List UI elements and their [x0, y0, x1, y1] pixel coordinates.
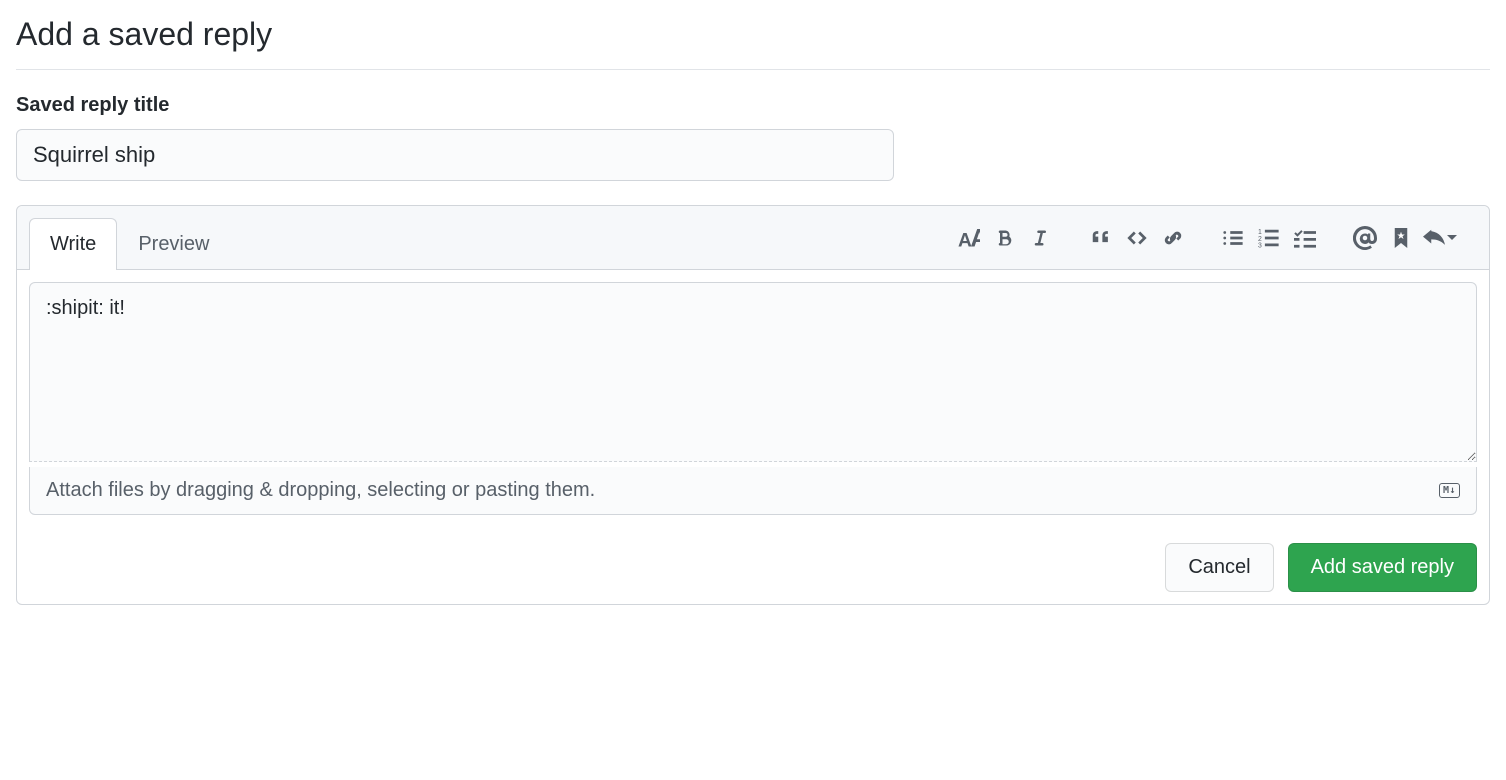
title-label: Saved reply title: [16, 94, 1490, 117]
page-title: Add a saved reply: [16, 16, 1490, 70]
code-icon[interactable]: [1123, 224, 1151, 252]
saved-reply-reference-icon[interactable]: [1387, 224, 1415, 252]
mention-icon[interactable]: [1351, 224, 1379, 252]
editor-box: Write Preview AA: [16, 205, 1490, 605]
svg-text:A: A: [970, 227, 980, 249]
task-list-icon[interactable]: [1291, 224, 1319, 252]
svg-text:3: 3: [1258, 242, 1262, 248]
tab-preview[interactable]: Preview: [117, 218, 230, 270]
link-icon[interactable]: [1159, 224, 1187, 252]
dropdown-caret-icon: [1447, 235, 1457, 240]
formatting-toolbar: AA: [943, 224, 1477, 264]
cancel-button[interactable]: Cancel: [1165, 543, 1273, 592]
add-saved-reply-button[interactable]: Add saved reply: [1288, 543, 1477, 592]
tabs-row: Write Preview AA: [17, 206, 1489, 270]
tab-write[interactable]: Write: [29, 218, 117, 270]
quote-icon[interactable]: [1087, 224, 1115, 252]
italic-icon[interactable]: [1027, 224, 1055, 252]
markdown-icon[interactable]: M↓: [1439, 483, 1460, 498]
actions-row: Cancel Add saved reply: [17, 543, 1489, 604]
reply-arrow-dropdown[interactable]: [1423, 227, 1457, 249]
title-input[interactable]: [16, 129, 894, 181]
attach-hint: Attach files by dragging & dropping, sel…: [46, 479, 595, 502]
ordered-list-icon[interactable]: 123: [1255, 224, 1283, 252]
bold-icon[interactable]: [991, 224, 1019, 252]
body-textarea[interactable]: [29, 282, 1477, 462]
unordered-list-icon[interactable]: [1219, 224, 1247, 252]
attach-bar[interactable]: Attach files by dragging & dropping, sel…: [29, 467, 1477, 515]
heading-icon[interactable]: AA: [955, 224, 983, 252]
